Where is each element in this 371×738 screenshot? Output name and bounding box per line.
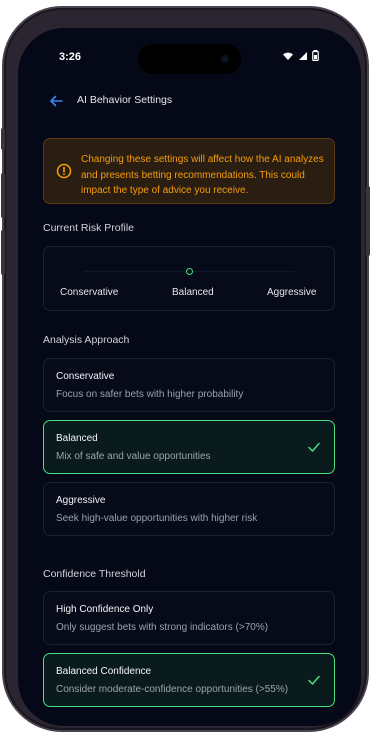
- wifi-icon: [282, 51, 294, 61]
- option-description: Mix of safe and value opportunities: [56, 451, 211, 462]
- risk-option-balanced[interactable]: Balanced: [172, 287, 214, 298]
- side-button: [366, 186, 370, 256]
- page-title: AI Behavior Settings: [77, 94, 173, 106]
- warning-banner: Changing these settings will affect how …: [43, 138, 335, 204]
- section-label-analysis: Analysis Approach: [43, 334, 130, 346]
- back-arrow-icon[interactable]: [47, 92, 65, 110]
- risk-option-aggressive[interactable]: Aggressive: [267, 287, 316, 298]
- option-title: Balanced Confidence: [56, 666, 152, 677]
- risk-option-conservative[interactable]: Conservative: [60, 287, 118, 298]
- check-icon: [306, 672, 322, 688]
- battery-icon: [312, 50, 319, 61]
- option-description: Only suggest bets with strong indicators…: [56, 622, 269, 633]
- option-description: Seek high-value opportunities with highe…: [56, 513, 258, 524]
- side-button: [1, 128, 5, 150]
- analysis-option-aggressive[interactable]: Aggressive Seek high-value opportunities…: [43, 482, 335, 536]
- app-screen: 3:26 AI Behavior Settings Changing these…: [18, 28, 361, 726]
- section-label-risk: Current Risk Profile: [43, 222, 135, 234]
- option-description: Consider moderate-confidence opportuniti…: [56, 684, 289, 695]
- signal-icon: [298, 51, 308, 61]
- dynamic-island: [138, 44, 241, 74]
- phone-frame: 3:26 AI Behavior Settings Changing these…: [1, 8, 370, 730]
- confidence-option-balanced[interactable]: Balanced Confidence Consider moderate-co…: [43, 653, 335, 707]
- option-description: Focus on safer bets with higher probabil…: [56, 389, 244, 400]
- option-title: Aggressive: [56, 495, 106, 506]
- alert-icon: [56, 163, 72, 179]
- side-button: [1, 230, 5, 275]
- risk-profile-selector: Conservative Balanced Aggressive: [43, 246, 335, 311]
- confidence-option-high[interactable]: High Confidence Only Only suggest bets w…: [43, 591, 335, 645]
- status-time: 3:26: [59, 51, 82, 63]
- analysis-option-conservative[interactable]: Conservative Focus on safer bets with hi…: [43, 358, 335, 412]
- check-icon: [306, 439, 322, 455]
- camera-icon: [221, 55, 229, 63]
- option-title: Conservative: [56, 371, 115, 382]
- side-button: [1, 173, 5, 218]
- option-title: High Confidence Only: [56, 604, 154, 615]
- warning-text: Changing these settings will affect how …: [81, 154, 324, 196]
- header: AI Behavior Settings: [18, 90, 361, 116]
- risk-indicator[interactable]: [186, 268, 193, 275]
- section-label-confidence: Confidence Threshold: [43, 568, 146, 580]
- analysis-option-balanced[interactable]: Balanced Mix of safe and value opportuni…: [43, 420, 335, 474]
- option-title: Balanced: [56, 433, 98, 444]
- status-icons: [282, 50, 319, 61]
